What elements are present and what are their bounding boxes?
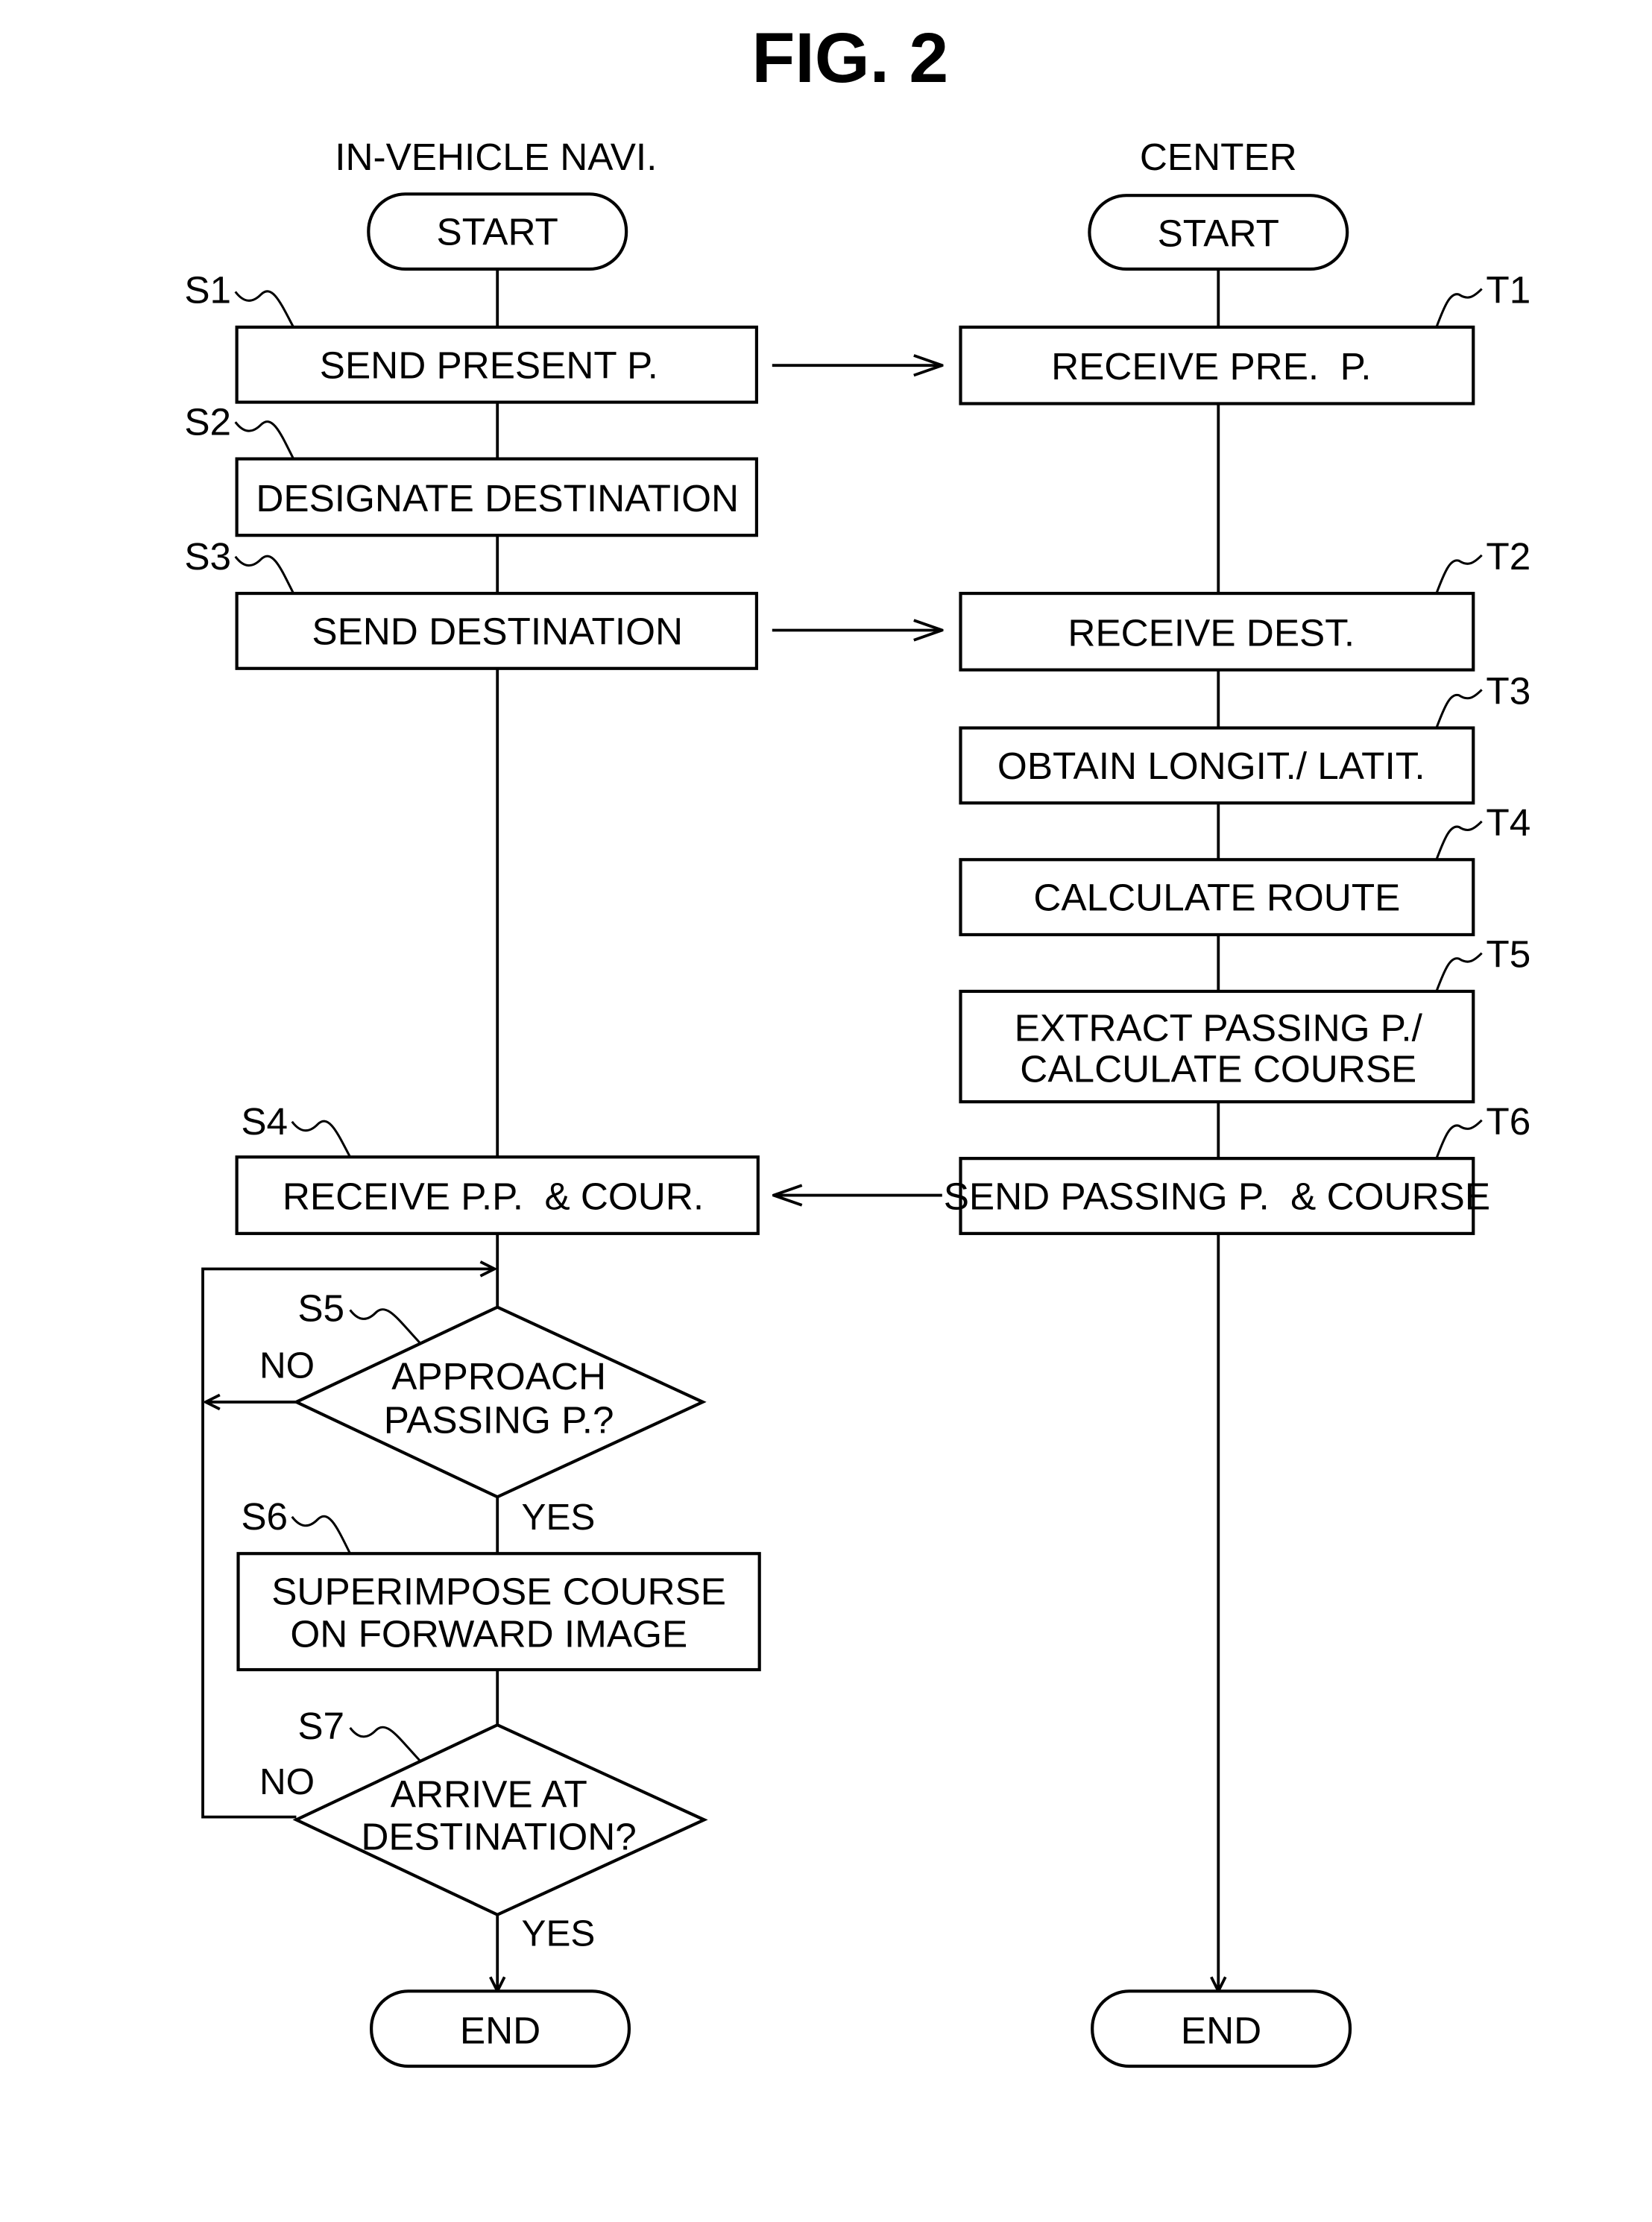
ref-label-t3: T3 <box>1435 669 1530 729</box>
svg-text:START: START <box>437 211 558 253</box>
svg-text:RECEIVE P.P. & COUR.: RECEIVE P.P. & COUR. <box>283 1175 704 1218</box>
svg-text:RECEIVE PRE. P.: RECEIVE PRE. P. <box>1051 345 1371 388</box>
svg-text:S1: S1 <box>184 269 231 312</box>
step-s2-designate-destination: DESIGNATE DESTINATION <box>235 457 758 537</box>
start-terminal-left: START <box>367 192 628 271</box>
step-t4-calculate-route: CALCULATE ROUTE <box>959 858 1475 937</box>
step-t1-receive-present-position: RECEIVE PRE. P. <box>959 325 1475 405</box>
svg-text:SEND PRESENT P.: SEND PRESENT P. <box>320 344 658 386</box>
svg-text:S4: S4 <box>241 1100 288 1143</box>
decision-s7-arrive-at-destination: ARRIVE AT DESTINATION? <box>292 1723 708 1917</box>
ref-label-s3: S3 <box>184 535 294 594</box>
ref-label-t4: T4 <box>1435 801 1530 860</box>
ref-label-s6: S6 <box>241 1495 351 1554</box>
svg-text:APPROACH: APPROACH <box>391 1355 606 1398</box>
svg-text:T6: T6 <box>1486 1100 1530 1143</box>
end-terminal-right: END <box>1091 1989 1352 2068</box>
step-s4-receive-passing-points-and-course: RECEIVE P.P. & COUR. <box>235 1155 760 1235</box>
ref-label-s1: S1 <box>184 269 294 328</box>
ref-label-t2: T2 <box>1435 535 1530 594</box>
svg-text:S6: S6 <box>241 1495 288 1538</box>
flowchart: FIG. 2 IN-VEHICLE NAVI. CENTER START SEN… <box>184 19 1530 2068</box>
ref-label-s2: S2 <box>184 400 294 460</box>
start-terminal-right: START <box>1088 194 1349 271</box>
step-s3-send-destination: SEND DESTINATION <box>235 591 758 670</box>
ref-label-s4: S4 <box>241 1100 351 1158</box>
end-terminal-left: END <box>370 1989 631 2068</box>
svg-text:T2: T2 <box>1486 535 1530 578</box>
step-t2-receive-destination: RECEIVE DEST. <box>959 591 1475 672</box>
svg-text:PASSING P.?: PASSING P.? <box>384 1399 614 1442</box>
ref-label-t5: T5 <box>1435 933 1530 992</box>
ref-label-s7: S7 <box>297 1705 422 1763</box>
svg-text:SEND DESTINATION: SEND DESTINATION <box>312 610 683 652</box>
s7-yes-label: YES <box>522 1913 596 1954</box>
step-t5-extract-passing-points-calculate-course: EXTRACT PASSING P./ CALCULATE COURSE <box>959 989 1475 1104</box>
svg-text:S5: S5 <box>297 1287 344 1330</box>
lane-heading-center: CENTER <box>1140 136 1297 178</box>
svg-text:DESIGNATE DESTINATION: DESIGNATE DESTINATION <box>256 477 739 520</box>
svg-text:S3: S3 <box>184 535 231 578</box>
step-s6-superimpose-course: SUPERIMPOSE COURSE ON FORWARD IMAGE <box>236 1552 761 1672</box>
ref-label-t1: T1 <box>1435 269 1530 328</box>
decision-s5-approach-passing-point: APPROACH PASSING P.? <box>292 1305 707 1499</box>
ref-label-s5: S5 <box>297 1287 422 1345</box>
step-t3-obtain-longitude-latitude: OBTAIN LONGIT./ LATIT. <box>959 726 1475 805</box>
s7-no-label: NO <box>259 1761 315 1802</box>
svg-text:T1: T1 <box>1486 269 1530 312</box>
svg-text:T4: T4 <box>1486 801 1530 844</box>
figure-title: FIG. 2 <box>751 19 948 98</box>
svg-text:S7: S7 <box>297 1705 344 1747</box>
svg-text:RECEIVE DEST.: RECEIVE DEST. <box>1068 611 1355 654</box>
svg-text:ON FORWARD IMAGE: ON FORWARD IMAGE <box>290 1613 687 1656</box>
svg-text:T3: T3 <box>1486 669 1530 712</box>
svg-text:START: START <box>1158 212 1279 255</box>
lane-heading-in-vehicle-navi: IN-VEHICLE NAVI. <box>335 136 657 178</box>
svg-text:END: END <box>1181 2010 1261 2052</box>
svg-text:DESTINATION?: DESTINATION? <box>361 1815 636 1858</box>
svg-text:S2: S2 <box>184 400 231 443</box>
svg-text:END: END <box>460 2010 540 2052</box>
step-t6-send-passing-points-and-course: SEND PASSING P. & COURSE <box>944 1157 1490 1235</box>
svg-text:T5: T5 <box>1486 933 1530 976</box>
s5-yes-label: YES <box>522 1497 596 1538</box>
s5-no-label: NO <box>259 1345 315 1386</box>
svg-text:CALCULATE ROUTE: CALCULATE ROUTE <box>1033 877 1400 919</box>
svg-text:SEND PASSING P. & COURSE: SEND PASSING P. & COURSE <box>944 1175 1490 1218</box>
svg-text:SUPERIMPOSE COURSE: SUPERIMPOSE COURSE <box>271 1571 726 1613</box>
ref-label-t6: T6 <box>1435 1100 1530 1159</box>
svg-text:CALCULATE COURSE: CALCULATE COURSE <box>1020 1048 1416 1091</box>
svg-text:ARRIVE AT: ARRIVE AT <box>391 1773 587 1815</box>
svg-text:EXTRACT PASSING P./: EXTRACT PASSING P./ <box>1015 1006 1423 1049</box>
svg-text:OBTAIN LONGIT./ LATIT.: OBTAIN LONGIT./ LATIT. <box>997 745 1425 787</box>
step-s1-send-present-position: SEND PRESENT P. <box>235 325 758 404</box>
